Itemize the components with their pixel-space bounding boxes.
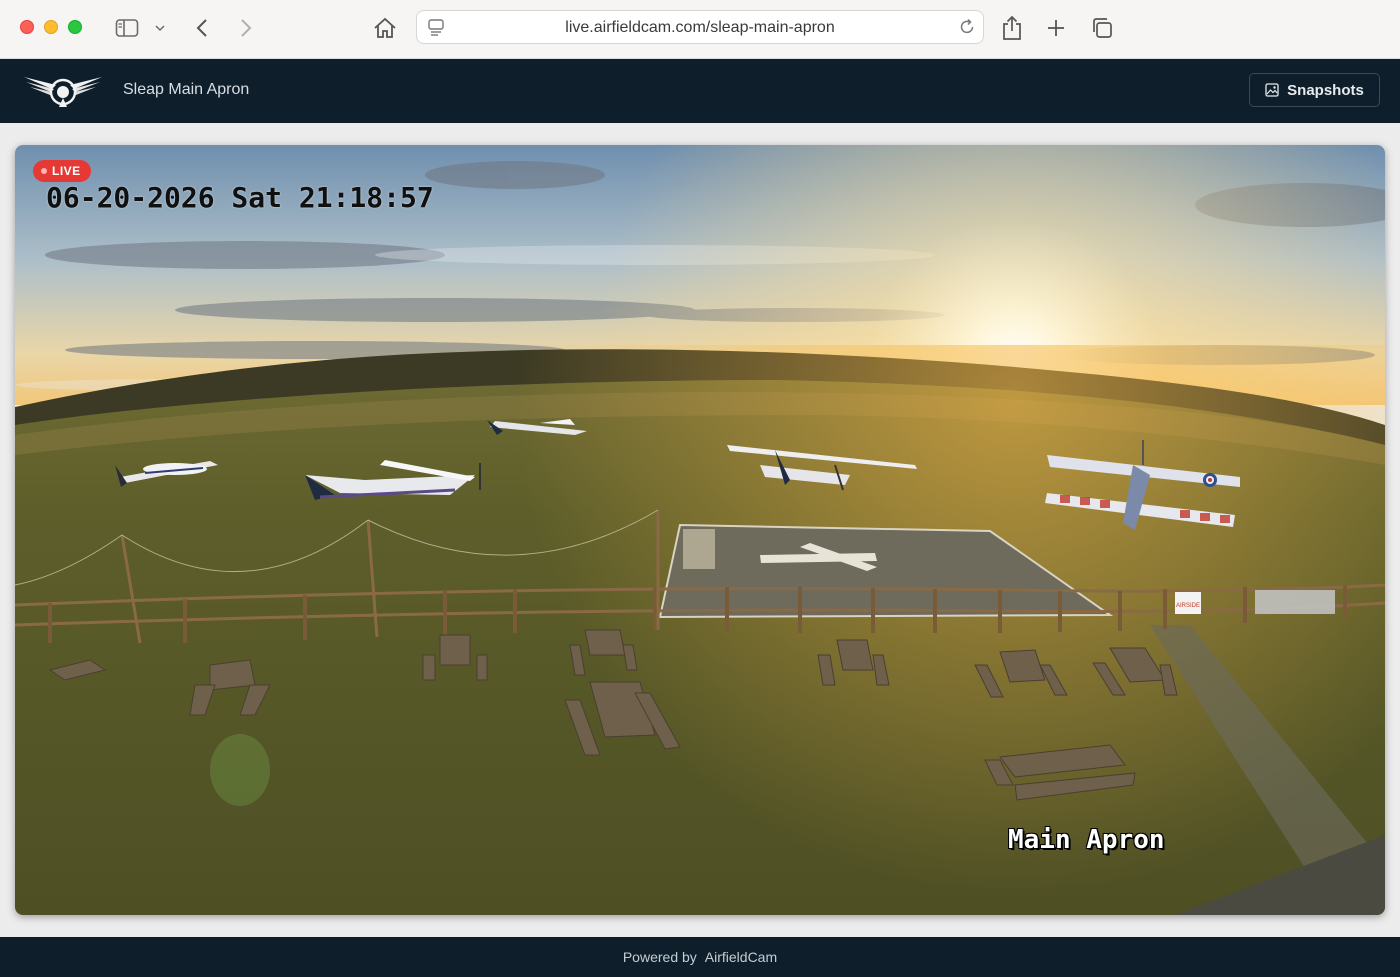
zoom-window-button[interactable] — [68, 20, 82, 34]
snapshots-button[interactable]: Snapshots — [1249, 73, 1380, 107]
chevron-left-icon — [196, 19, 207, 37]
share-button[interactable] — [998, 13, 1026, 43]
app-header: Sleap Main Apron Snapshots — [0, 59, 1400, 123]
page-title: Sleap Main Apron — [123, 81, 250, 98]
tab-group-dropdown[interactable] — [152, 13, 168, 43]
image-icon — [1265, 83, 1279, 97]
live-badge: LIVE — [33, 160, 91, 182]
chevron-right-icon — [241, 19, 252, 37]
chevron-down-icon — [155, 25, 165, 32]
tabs-icon — [1093, 18, 1112, 38]
back-button[interactable] — [190, 13, 214, 43]
close-window-button[interactable] — [20, 20, 34, 34]
live-dot-icon — [41, 168, 47, 174]
forward-button[interactable] — [234, 13, 258, 43]
snapshots-label: Snapshots — [1287, 81, 1364, 99]
sidebar-icon — [115, 19, 139, 37]
browser-toolbar: live.airfieldcam.com/sleap-main-apron — [0, 0, 1400, 59]
reload-icon[interactable] — [957, 17, 977, 42]
airside-sign-text: AIRSIDE — [1176, 603, 1200, 609]
powered-by-text: Powered by — [622, 949, 697, 965]
share-icon — [1003, 15, 1021, 40]
airfieldcam-link[interactable]: AirfieldCam — [705, 949, 777, 965]
camera-timestamp: 06-20-2026 Sat 21:18:57 — [46, 181, 434, 214]
home-icon — [374, 17, 396, 38]
live-label: LIVE — [52, 164, 81, 178]
url-text[interactable]: live.airfieldcam.com/sleap-main-apron — [417, 19, 983, 37]
camera-label: Main Apron — [1008, 825, 1165, 855]
plus-icon — [1048, 20, 1064, 36]
minimize-window-button[interactable] — [44, 20, 58, 34]
camera-scene: AIRSIDE — [15, 145, 1385, 915]
address-bar[interactable]: live.airfieldcam.com/sleap-main-apron — [416, 10, 984, 44]
tab-overview-button[interactable] — [1088, 13, 1116, 43]
sidebar-toggle-button[interactable] — [112, 13, 142, 43]
home-button[interactable] — [370, 13, 400, 43]
airfieldcam-logo[interactable] — [22, 71, 104, 109]
new-tab-button[interactable] — [1042, 13, 1070, 43]
live-camera-feed[interactable]: AIRSIDE LIVE 06-20-2026 Sat 21:18:57 Mai… — [15, 145, 1385, 915]
footer: Powered by AirfieldCam — [0, 937, 1400, 977]
